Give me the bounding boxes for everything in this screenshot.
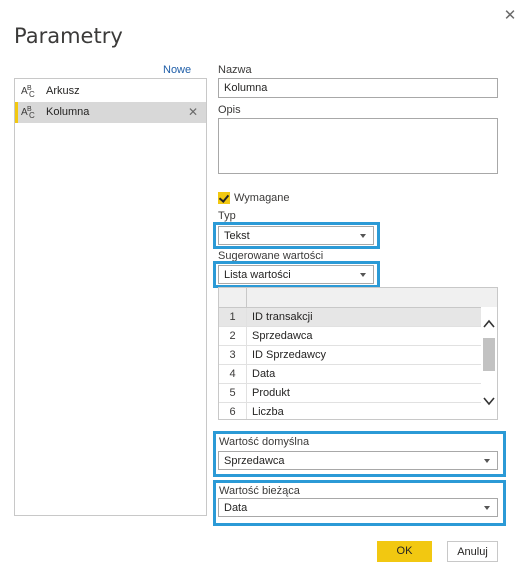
list-item[interactable]: 6 Liczba bbox=[219, 403, 481, 419]
abc-text-icon: ABC bbox=[21, 85, 35, 99]
suggested-values-dropdown[interactable]: Lista wartości bbox=[218, 265, 374, 284]
parameter-item-kolumna[interactable]: ABC Kolumna ✕ bbox=[15, 102, 206, 123]
current-value-label: Wartość bieżąca bbox=[219, 485, 300, 497]
name-input[interactable]: Kolumna bbox=[218, 78, 498, 98]
values-list-table: 1 ID transakcji 2 Sprzedawca 3 ID Sprzed… bbox=[218, 287, 498, 420]
chevron-down-icon bbox=[360, 273, 366, 277]
suggested-values-dropdown-value: Lista wartości bbox=[224, 269, 291, 281]
values-list-scrollbar[interactable] bbox=[481, 307, 497, 419]
current-value-dropdown[interactable]: Data bbox=[218, 498, 498, 517]
parameter-item-label: Kolumna bbox=[46, 106, 90, 118]
new-parameter-link[interactable]: Nowe bbox=[163, 64, 191, 76]
list-item[interactable]: 2 Sprzedawca bbox=[219, 327, 481, 346]
parameter-item-arkusz[interactable]: ABC Arkusz bbox=[15, 81, 206, 102]
cancel-button[interactable]: Anuluj bbox=[447, 541, 498, 562]
values-list-header bbox=[219, 288, 497, 308]
list-item[interactable]: 5 Produkt bbox=[219, 384, 481, 403]
chevron-down-icon bbox=[484, 459, 490, 463]
ok-button[interactable]: OK bbox=[377, 541, 432, 562]
default-value-dropdown-value: Sprzedawca bbox=[224, 455, 285, 467]
type-dropdown-value: Tekst bbox=[224, 230, 250, 242]
list-item[interactable]: 1 ID transakcji bbox=[219, 308, 481, 327]
chevron-down-icon bbox=[484, 506, 490, 510]
type-dropdown[interactable]: Tekst bbox=[218, 226, 374, 245]
close-icon[interactable]: ✕ bbox=[503, 8, 517, 23]
parameter-item-label: Arkusz bbox=[46, 85, 80, 97]
name-label: Nazwa bbox=[218, 64, 252, 76]
current-value-dropdown-value: Data bbox=[224, 502, 248, 514]
chevron-down-icon bbox=[360, 234, 366, 238]
scrollbar-thumb[interactable] bbox=[483, 338, 495, 371]
parameter-list: ABC Arkusz ABC Kolumna ✕ bbox=[14, 78, 207, 516]
default-value-label: Wartość domyślna bbox=[219, 436, 310, 448]
abc-text-icon: ABC bbox=[21, 106, 35, 120]
description-input[interactable] bbox=[218, 118, 498, 174]
description-label: Opis bbox=[218, 104, 241, 116]
chevron-down-icon[interactable] bbox=[481, 394, 497, 408]
required-checkbox[interactable] bbox=[218, 192, 230, 204]
chevron-up-icon[interactable] bbox=[481, 317, 497, 331]
list-item[interactable]: 4 Data bbox=[219, 365, 481, 384]
type-label: Typ bbox=[218, 210, 236, 222]
default-value-dropdown[interactable]: Sprzedawca bbox=[218, 451, 498, 470]
dialog-title: Parametry bbox=[14, 24, 123, 48]
required-label: Wymagane bbox=[234, 192, 290, 204]
list-item[interactable]: 3 ID Sprzedawcy bbox=[219, 346, 481, 365]
remove-parameter-icon[interactable]: ✕ bbox=[188, 102, 198, 123]
